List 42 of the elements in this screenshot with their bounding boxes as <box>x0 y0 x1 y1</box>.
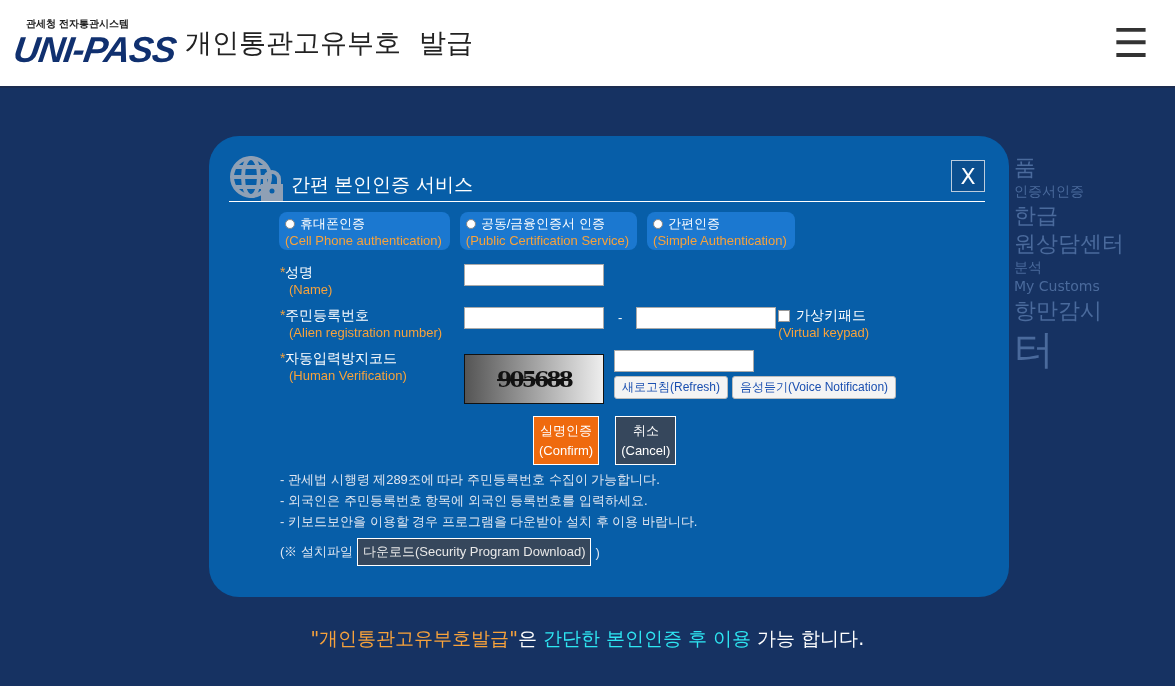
field-label: *주민등록번호 <box>280 307 371 325</box>
background-text: 한급 <box>1014 203 1058 228</box>
auth-method-tab[interactable]: 공동/금융인증서 인증 (Public Certification Service) <box>459 212 638 250</box>
checkbox-label: 가상키패드 <box>796 307 867 325</box>
field-label: *성명 <box>280 264 315 282</box>
logo[interactable]: UNI-PASS <box>11 31 179 69</box>
cancel-button[interactable]: 취소 (Cancel) <box>615 416 677 465</box>
captcha-button[interactable]: 음성듣기(Voice Notification) <box>732 376 897 399</box>
close-button[interactable]: X <box>951 160 985 192</box>
captcha-button[interactable]: 새로고침(Refresh) <box>614 376 728 399</box>
field-sublabel: (Human Verification) <box>288 368 408 383</box>
info-sentence: "개인통관고유부호발급"은 간단한 본인인증 후 이용 가능 합니다. <box>310 627 865 649</box>
background-text: My Customs <box>1014 279 1100 295</box>
field-label: *자동입력방지코드 <box>280 350 399 368</box>
logo-caption: 관세청 전자통관시스템 <box>25 17 130 31</box>
download-button[interactable]: 다운로드(Security Program Download) <box>356 538 592 566</box>
name-field[interactable] <box>464 264 604 286</box>
background-text: 품 <box>1014 156 1036 181</box>
checkbox[interactable] <box>778 310 791 322</box>
separator: - <box>618 309 623 327</box>
id-field[interactable] <box>464 307 604 329</box>
background-text: 분석 <box>1014 259 1042 276</box>
dialog-title: 간편 본인인증 서비스 <box>291 173 473 197</box>
note-text: - 키보드보안을 이용할 경우 프로그램을 다운받아 설치 후 이용 바랍니다. <box>280 513 699 531</box>
id-field[interactable] <box>636 307 777 329</box>
background-text: 원상담센터 <box>1014 231 1124 256</box>
background-text: 인증서인증 <box>1014 184 1084 200</box>
auth-method-tab[interactable]: 간편인증 (Simple Authentication) <box>647 212 795 250</box>
captcha-image: 905688 <box>464 354 604 404</box>
field-sublabel: (Alien registration number) <box>288 325 444 340</box>
background-text: 항만감시 <box>1014 298 1102 323</box>
field-sublabel: (Name) <box>288 282 334 297</box>
background-text: 터 <box>1014 326 1054 371</box>
note-text: (※ 설치파일 <box>280 543 353 561</box>
note-text: ) <box>595 544 600 560</box>
captcha-field[interactable] <box>614 350 754 372</box>
note-text: - 외국인은 주민등록번호 항목에 외국인 등록번호를 입력하세요. <box>280 492 649 510</box>
auth-method-tab[interactable]: 휴대폰인증 (Cell Phone authentication) <box>279 212 450 250</box>
note-text: - 관세법 시행령 제289조에 따라 주민등록번호 수집이 가능합니다. <box>280 471 661 489</box>
checkbox-sublabel: (Virtual keypad) <box>778 325 870 340</box>
menu-button[interactable]: ☰ <box>1113 23 1149 63</box>
page-title: 개인통관고유부호 발급 <box>185 26 474 60</box>
